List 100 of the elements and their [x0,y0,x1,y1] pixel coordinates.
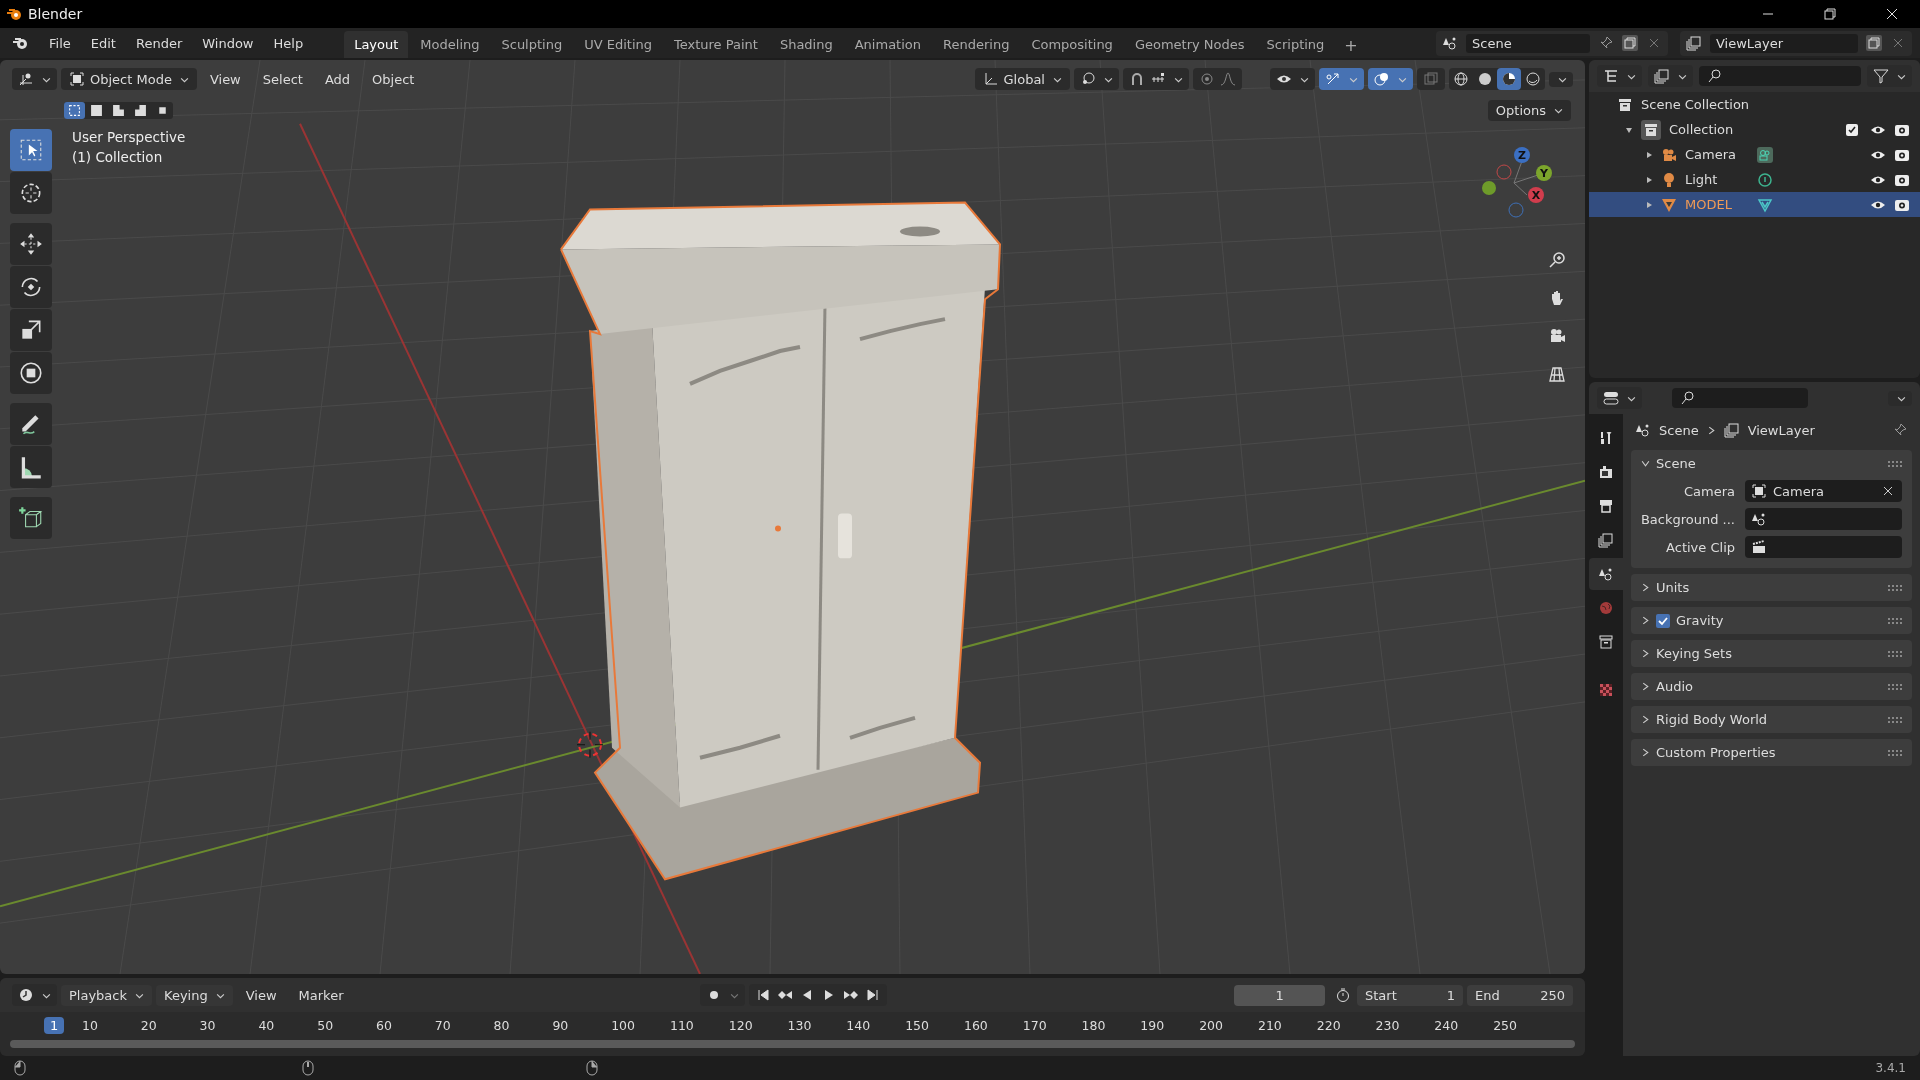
proportional-button[interactable] [1193,68,1242,90]
axis-handle[interactable]: Y [1536,165,1552,181]
tool-button[interactable] [10,497,52,539]
outliner-item-name[interactable]: MODEL [1685,197,1745,212]
disclosure-triangle-icon[interactable] [1645,175,1653,184]
drag-handle-icon[interactable] [1888,584,1902,591]
panel-title[interactable]: Keying Sets [1656,646,1732,661]
visibility-button[interactable] [1270,68,1315,90]
blender-logo-icon[interactable] [12,35,28,51]
editor-type-button[interactable] [1597,65,1642,87]
panel-title[interactable]: Units [1656,580,1690,595]
outliner-item-name[interactable]: Light [1685,172,1745,187]
timeline-menu[interactable]: View [236,984,286,1006]
workspace-tab[interactable]: Geometry Nodes [1124,31,1255,58]
workspace-tab[interactable]: Animation [844,31,931,58]
view-layer-name[interactable]: ViewLayer [1710,33,1858,53]
playhead-frame[interactable]: 1 [44,1016,64,1034]
disclosure-triangle-icon[interactable] [1625,125,1633,134]
search-field[interactable] [1672,388,1808,408]
drag-handle-icon[interactable] [1888,716,1902,723]
pivot-button[interactable] [1074,68,1119,90]
tool-button[interactable] [10,446,52,488]
filter-button[interactable] [1867,65,1912,87]
outliner-row[interactable]: Camera [1589,142,1920,167]
record-button[interactable] [699,984,745,1006]
tool-button[interactable] [10,352,52,394]
duplicate-icon[interactable] [1622,35,1638,51]
zoom-icon[interactable] [1547,250,1567,270]
disclosure-triangle-icon[interactable] [1645,150,1653,159]
shading-options-button[interactable] [1549,71,1573,87]
data-block-field[interactable] [1745,508,1902,530]
editor-type-button[interactable] [1597,387,1642,409]
search-field[interactable] [1699,66,1861,86]
tool-button[interactable] [10,223,52,265]
disclosure-triangle-icon[interactable] [1645,200,1653,209]
orientation-dropdown[interactable]: Global [974,68,1070,90]
panel-title[interactable]: Custom Properties [1656,745,1776,760]
workspace-tab[interactable]: UV Editing [574,31,662,58]
add-workspace-button[interactable]: + [1336,33,1366,58]
workspace-tab[interactable]: Layout [344,31,409,58]
menu-item[interactable]: Edit [81,31,125,55]
panel-title[interactable]: Rigid Body World [1656,712,1768,727]
data-block-field[interactable]: Camera [1745,480,1902,502]
scrollbar-thumb[interactable] [10,1040,1575,1048]
tool-button[interactable] [10,403,52,445]
outliner-item-name[interactable]: Camera [1685,147,1745,162]
outliner-row[interactable]: Light [1589,167,1920,192]
grid-view-icon[interactable] [1547,364,1567,384]
timeline-dropdown[interactable]: Playback [61,984,152,1006]
duplicate-icon[interactable] [1866,35,1882,51]
shading-button[interactable] [1497,68,1521,90]
scene-name[interactable]: Scene [1466,33,1590,53]
current-frame-field[interactable]: 1 [1234,984,1325,1006]
workspace-tab[interactable]: Compositing [1021,31,1123,58]
menu-item[interactable]: Window [193,31,263,55]
timeline-menu[interactable]: Marker [289,984,353,1006]
selection-mode-button[interactable] [64,102,85,119]
viewport-menu[interactable]: View [200,68,250,90]
menu-item[interactable]: Render [126,31,192,55]
disclosure-chevron-icon[interactable] [1641,616,1650,625]
start-frame-field[interactable]: Start 1 [1357,984,1463,1006]
view-layer-selector[interactable]: ViewLayer [1680,30,1912,56]
disclosure-chevron-icon[interactable] [1641,649,1650,658]
stopwatch-icon[interactable] [1335,987,1351,1003]
drag-handle-icon[interactable] [1888,650,1902,657]
tool-button[interactable] [10,266,52,308]
snap-button[interactable] [1123,68,1189,90]
axis-ball[interactable] [1482,181,1496,195]
pin-icon[interactable] [1892,422,1908,438]
drag-handle-icon[interactable] [1888,749,1902,756]
mode-dropdown[interactable]: Object Mode [61,68,197,90]
jump-end-icon[interactable] [864,987,881,1003]
axis-handle[interactable]: X [1528,187,1544,203]
disclosure-chevron-icon[interactable] [1641,715,1650,724]
workspace-tab[interactable]: Shading [769,31,843,58]
display-mode-button[interactable] [1648,65,1693,87]
tool-button[interactable] [10,309,52,351]
workspace-tab[interactable]: Sculpting [491,31,573,58]
viewport-menu[interactable]: Add [315,68,360,90]
outliner-row[interactable]: MODEL [1589,192,1920,217]
editor-type-button[interactable] [12,984,57,1006]
options-dropdown[interactable]: Options [1487,100,1571,121]
viewport-toggle[interactable] [1319,68,1364,90]
viewport-toggle[interactable] [1417,68,1445,90]
editor-type-button[interactable] [12,68,57,90]
pin-icon[interactable] [1598,35,1614,51]
end-frame-field[interactable]: End 250 [1467,984,1573,1006]
disclosure-chevron-icon[interactable] [1641,748,1650,757]
viewport-menu[interactable]: Object [363,68,424,90]
menu-item[interactable]: Help [264,31,313,55]
outliner-row[interactable]: Collection [1589,117,1920,142]
scene-selector[interactable]: Scene [1436,30,1668,56]
disclosure-chevron-icon[interactable] [1641,682,1650,691]
axis-handle[interactable]: Z [1514,147,1530,163]
drag-handle-icon[interactable] [1888,460,1902,467]
menu-item[interactable]: File [40,31,80,55]
outliner-item-name[interactable]: Collection [1669,122,1734,137]
workspace-tab[interactable]: Texture Paint [664,31,768,58]
workspace-tab[interactable]: Modeling [410,31,490,58]
checkbox[interactable] [1846,123,1858,136]
